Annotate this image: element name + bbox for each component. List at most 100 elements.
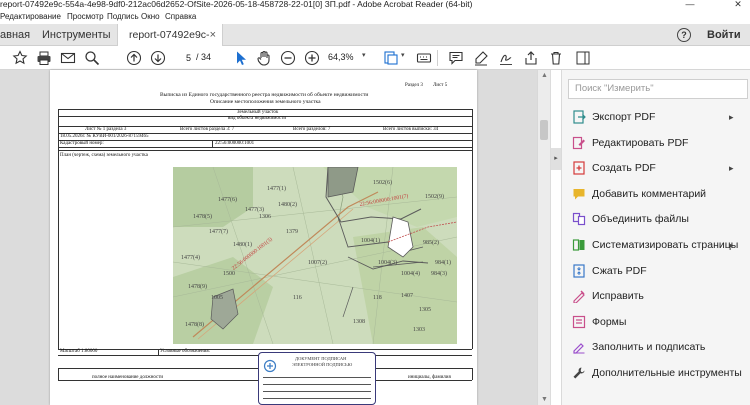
scrollbar-thumb[interactable] xyxy=(540,120,548,140)
map-label: 984(3) xyxy=(431,271,447,277)
page-display-chevron-icon[interactable]: ▾ xyxy=(401,51,405,59)
page-display-icon[interactable] xyxy=(383,50,399,66)
sections-total: Всего разделов: 7 xyxy=(293,127,331,132)
chevron-right-icon[interactable]: ▸ xyxy=(729,233,734,258)
organize-pages-icon xyxy=(572,238,586,252)
menu-view[interactable]: Просмотр xyxy=(67,12,104,21)
electronic-signature-stamp: ДОКУМЕНТ ПОДПИСАН ЭЛЕКТРОННОЙ ПОДПИСЬЮ xyxy=(258,352,376,405)
menu-edit[interactable]: Редактирование xyxy=(0,12,61,21)
chevron-right-icon[interactable]: ▸ xyxy=(729,105,734,130)
combine-files-icon xyxy=(572,212,586,226)
menu-help[interactable]: Справка xyxy=(165,12,196,21)
toolbar: 5 / 34 64,3% ▾ ▾ xyxy=(0,46,750,70)
keyboard-icon[interactable] xyxy=(416,50,432,66)
tool-item-combine-files[interactable]: Объединить файлы xyxy=(562,207,750,232)
tab-document[interactable]: report-07492e9c-5... × xyxy=(117,24,223,63)
legend-label: Условные обозначения: xyxy=(160,349,211,354)
menu-window[interactable]: Окно xyxy=(141,12,160,21)
map-label: 1477(7) xyxy=(209,229,228,235)
fix-icon xyxy=(572,289,586,304)
edit-pdf-icon xyxy=(572,136,586,150)
zoom-in-icon[interactable] xyxy=(304,50,320,66)
hand-tool-icon[interactable] xyxy=(256,50,272,66)
bookmark-star-icon[interactable] xyxy=(12,50,28,66)
tool-item-create-pdf[interactable]: Создать PDF ▸ xyxy=(562,156,750,181)
zoom-out-icon[interactable] xyxy=(280,50,296,66)
comment-icon[interactable] xyxy=(448,50,464,66)
tool-item-more-tools[interactable]: Дополнительные инструменты xyxy=(562,361,750,386)
stamp-line xyxy=(263,377,371,378)
more-tools-icon xyxy=(572,366,586,380)
menu-sign[interactable]: Подпись xyxy=(107,12,139,21)
tool-item-comment[interactable]: Добавить комментарий xyxy=(562,182,750,207)
tab-tools[interactable]: Инструменты xyxy=(42,24,111,46)
map-graphic xyxy=(173,167,457,344)
map-label: 1502(6) xyxy=(373,180,392,186)
scroll-down-icon[interactable]: ▼ xyxy=(541,396,548,403)
map-label: 1478(5) xyxy=(193,214,212,220)
help-icon[interactable]: ? xyxy=(677,28,691,42)
share-upload-icon[interactable] xyxy=(523,50,539,66)
tool-item-label: Объединить файлы xyxy=(592,213,689,226)
close-window-button[interactable]: ✕ xyxy=(728,0,748,10)
tool-item-edit-pdf[interactable]: Редактировать PDF xyxy=(562,131,750,156)
email-icon[interactable] xyxy=(60,50,76,66)
tools-pane-icon[interactable] xyxy=(575,50,591,66)
tab-close-icon[interactable]: × xyxy=(210,24,216,46)
tool-item-fix[interactable]: Исправить xyxy=(562,284,750,309)
zoom-dropdown-chevron-icon[interactable]: ▾ xyxy=(362,51,366,59)
map-label: 1407 xyxy=(401,293,413,299)
object-type-label: вид объекта недвижимости xyxy=(228,116,287,121)
tool-item-label: Сжать PDF xyxy=(592,264,647,277)
tool-item-organize-pages[interactable]: Систематизировать страницы ▸ xyxy=(562,233,750,258)
tool-item-export-pdf[interactable]: Экспорт PDF ▸ xyxy=(562,105,750,130)
map-label: 1305 xyxy=(419,307,431,313)
sign-icon[interactable] xyxy=(498,50,514,66)
sheets-total: Всего листов выписки: 34 xyxy=(383,127,439,132)
window-title: report-07492e9c-554a-4e98-9df0-212ac06d2… xyxy=(0,0,473,9)
map-label: 1303 xyxy=(413,327,425,333)
document-title: Выписка из Единого государственного реес… xyxy=(160,92,369,98)
tool-item-label: Формы xyxy=(592,315,627,328)
map-label: 1004(1) xyxy=(361,238,380,244)
menu-bar: Редактирование Просмотр Подпись Окно Спр… xyxy=(0,11,750,24)
title-bar: report-07492e9c-554a-4e98-9df0-212ac06d2… xyxy=(0,0,750,11)
table-border xyxy=(58,368,59,380)
previous-page-icon[interactable] xyxy=(126,50,142,66)
tool-item-forms[interactable]: Формы xyxy=(562,310,750,335)
map-label: 1007(2) xyxy=(308,260,327,266)
page-number-input[interactable]: 5 xyxy=(174,50,192,65)
tools-search-input[interactable]: Поиск "Измерить" xyxy=(568,79,748,99)
table-border xyxy=(58,140,472,141)
export-pdf-icon xyxy=(572,110,586,124)
document-subtitle: Описание местоположения земельного участ… xyxy=(210,99,321,105)
vertical-scrollbar[interactable]: ▲ ▼ xyxy=(537,70,550,405)
cadastral-label: Кадастровый номер: xyxy=(60,141,104,146)
table-border xyxy=(472,109,473,349)
collapse-panel-chevron-icon[interactable]: ▸ xyxy=(551,148,561,170)
compress-pdf-icon xyxy=(572,263,586,278)
signature-emblem-icon xyxy=(263,359,277,373)
tool-item-label: Заполнить и подписать xyxy=(592,341,706,354)
minimize-button[interactable]: — xyxy=(680,0,700,10)
stamp-line-1: ДОКУМЕНТ ПОДПИСАН xyxy=(295,356,347,361)
select-cursor-icon[interactable] xyxy=(233,50,249,66)
highlight-pen-icon[interactable] xyxy=(473,50,489,66)
map-label: 1005 xyxy=(211,295,223,301)
signin-button[interactable]: Войти xyxy=(707,24,741,46)
map-label: 1478(8) xyxy=(185,322,204,328)
document-viewport[interactable]: Раздел 3 Лист 5 Выписка из Единого госуд… xyxy=(0,70,551,405)
date-number: 18.05.2026г. № КУВИ-001/2026-87159465 xyxy=(60,134,149,139)
search-icon[interactable] xyxy=(84,50,100,66)
next-page-icon[interactable] xyxy=(150,50,166,66)
tool-item-fill-sign[interactable]: Заполнить и подписать xyxy=(562,335,750,360)
sheets-in-section: Всего листов раздела 3: 7 xyxy=(180,127,235,132)
delete-trash-icon[interactable] xyxy=(548,50,564,66)
chevron-right-icon[interactable]: ▸ xyxy=(729,156,734,181)
tab-home[interactable]: авная xyxy=(0,24,30,46)
print-icon[interactable] xyxy=(36,50,52,66)
scroll-up-icon[interactable]: ▲ xyxy=(541,72,548,79)
tool-item-compress-pdf[interactable]: Сжать PDF xyxy=(562,259,750,284)
create-pdf-icon xyxy=(572,161,586,175)
map-label: 1477(4) xyxy=(181,255,200,261)
